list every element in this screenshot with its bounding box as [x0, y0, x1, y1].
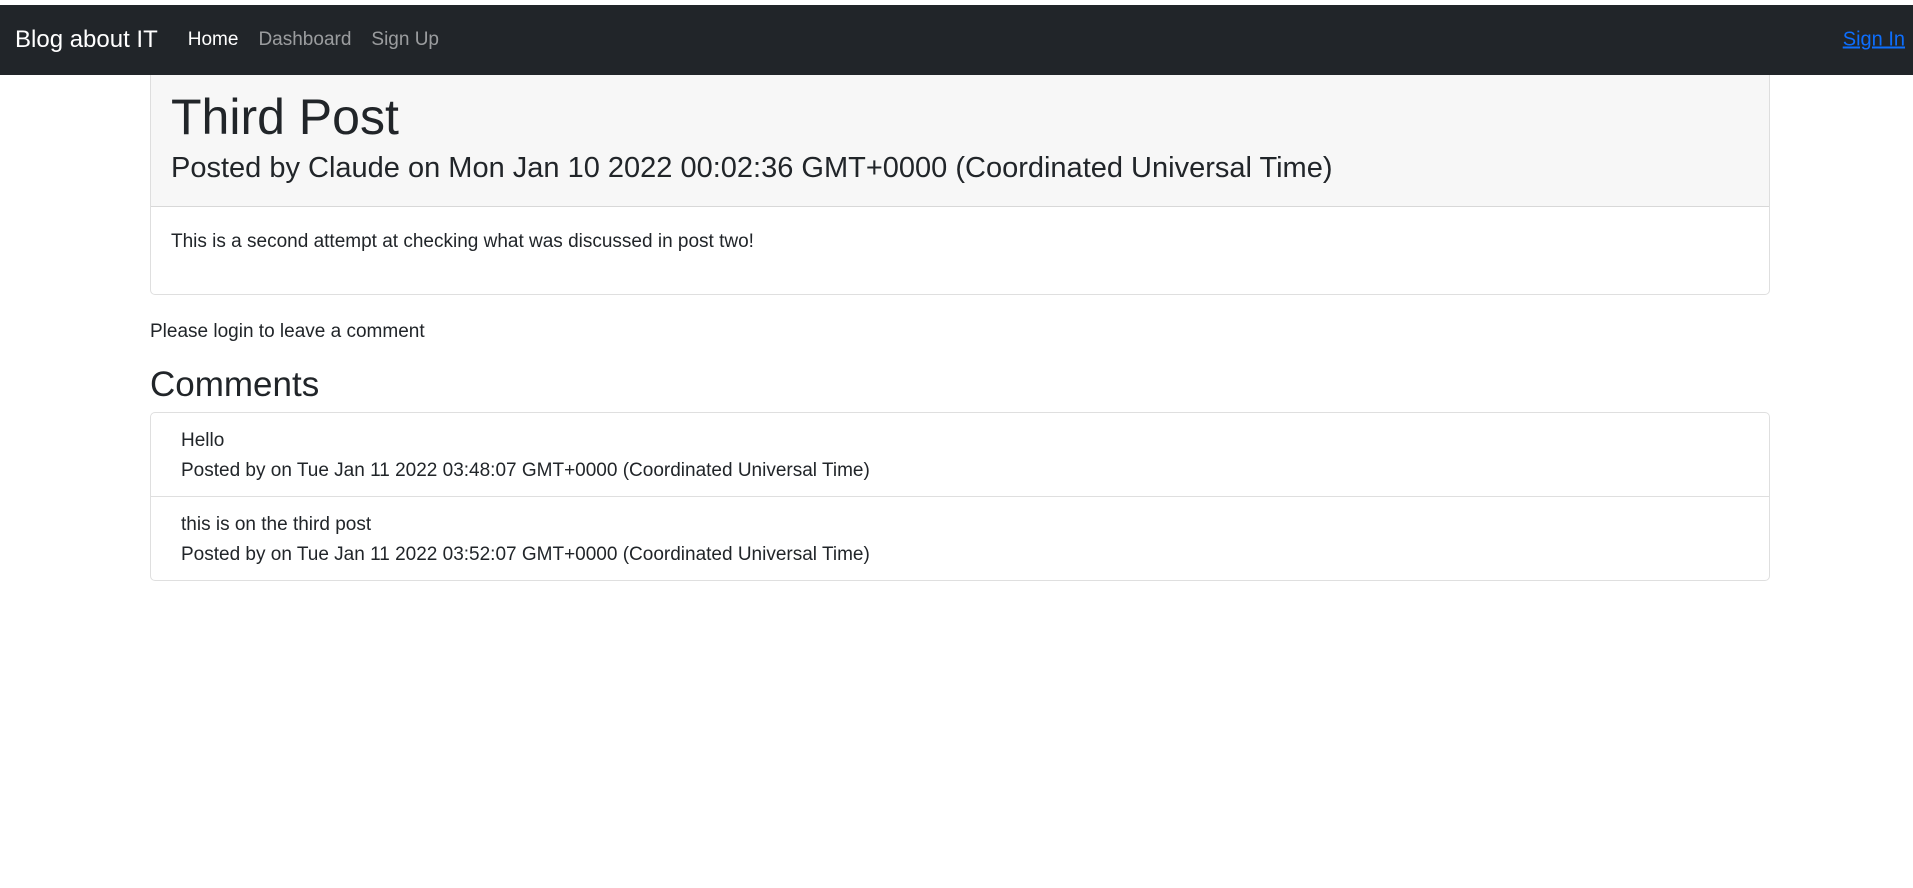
navbar: Blog about IT Home Dashboard Sign Up Sig… — [0, 5, 1913, 75]
nav-link-home[interactable]: Home — [188, 29, 239, 51]
post-meta: Posted by Claude on Mon Jan 10 2022 00:0… — [171, 152, 1333, 184]
post-card: Third Post Posted by Claude on Mon Jan 1… — [150, 75, 1770, 295]
comment-list: Hello Posted by on Tue Jan 11 2022 03:48… — [150, 412, 1770, 582]
brand-link[interactable]: Blog about IT — [15, 26, 158, 54]
comments-heading: Comments — [150, 365, 320, 405]
post-title: Third Post — [171, 89, 399, 145]
post-header: Third Post Posted by Claude on Mon Jan 1… — [151, 75, 1769, 207]
comment-item: this is on the third post Posted by on T… — [151, 496, 1769, 580]
main-content: Third Post Posted by Claude on Mon Jan 1… — [150, 75, 1770, 582]
sign-in-link[interactable]: Sign In — [1843, 29, 1905, 52]
nav-link-dashboard[interactable]: Dashboard — [258, 29, 351, 51]
comment-text: this is on the third post — [181, 514, 372, 536]
comment-meta: Posted by on Tue Jan 11 2022 03:52:07 GM… — [181, 544, 870, 566]
comment-item: Hello Posted by on Tue Jan 11 2022 03:48… — [151, 413, 1769, 496]
login-note: Please login to leave a comment — [150, 320, 425, 342]
comment-meta: Posted by on Tue Jan 11 2022 03:48:07 GM… — [181, 460, 870, 482]
nav-link-sign-up[interactable]: Sign Up — [371, 29, 439, 51]
comment-text: Hello — [181, 430, 225, 452]
post-body: This is a second attempt at checking wha… — [171, 230, 754, 252]
